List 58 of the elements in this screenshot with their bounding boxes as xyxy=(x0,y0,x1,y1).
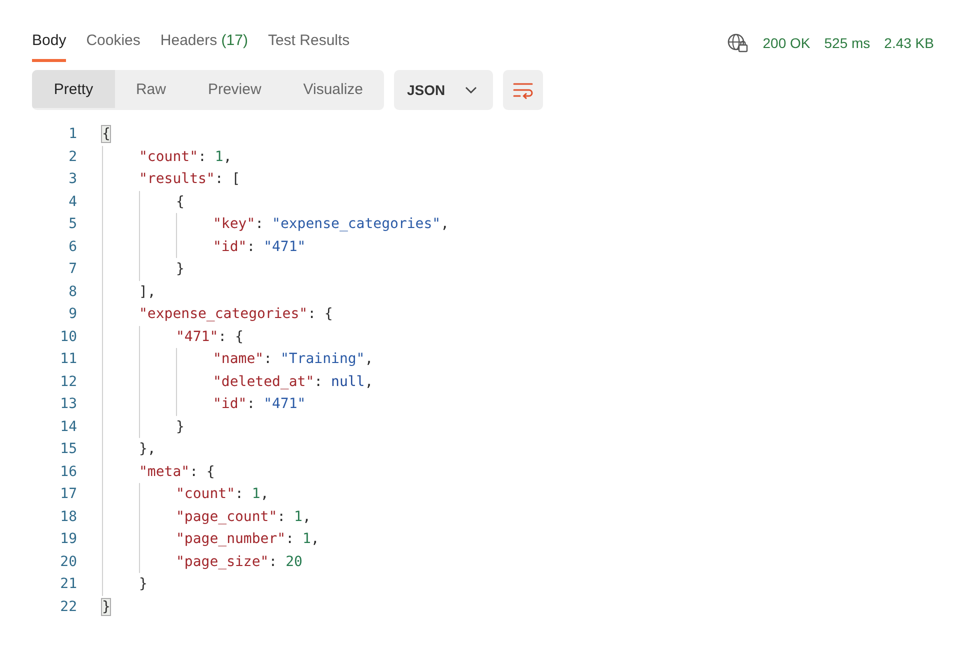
line-number: 10 xyxy=(59,328,77,345)
line-number: 2 xyxy=(68,148,77,165)
code-line: "page_count": 1, xyxy=(176,508,311,525)
line-number: 19 xyxy=(59,531,77,548)
code-line: } xyxy=(176,261,184,278)
view-mode-option[interactable]: Preview xyxy=(186,70,282,108)
response-time: 525 ms xyxy=(824,35,870,51)
line-number: 1 xyxy=(68,126,77,142)
code-line: "471": { xyxy=(176,328,244,345)
code-line: { xyxy=(176,194,184,210)
line-number: 8 xyxy=(68,284,77,300)
caret-icon xyxy=(465,86,478,94)
code-line: ], xyxy=(139,284,156,300)
response-tab[interactable]: Body xyxy=(32,26,66,62)
line-number: 18 xyxy=(59,508,77,525)
line-number: 4 xyxy=(68,194,77,210)
response-size: 2.43 KB xyxy=(884,35,934,51)
line-number: 14 xyxy=(59,418,77,435)
response-tab[interactable]: Cookies xyxy=(86,26,140,62)
code-line: "results": [ xyxy=(139,171,240,188)
code-line: "meta": { xyxy=(139,464,215,480)
line-number: 6 xyxy=(68,238,77,255)
code-line: "key": "expense_categories", xyxy=(213,216,450,232)
line-number: 21 xyxy=(59,576,77,592)
code-line: "count": 1, xyxy=(176,486,269,502)
line-number: 13 xyxy=(59,396,77,412)
line-number: 20 xyxy=(59,554,77,570)
line-number: 16 xyxy=(59,464,77,480)
view-mode-option[interactable]: Visualize xyxy=(282,70,384,108)
wrap-lines-button[interactable] xyxy=(503,70,544,110)
wrap-lines-icon xyxy=(512,81,534,99)
line-number: 12 xyxy=(59,374,77,390)
response-tab[interactable]: Test Results xyxy=(268,26,350,62)
line-number: 22 xyxy=(59,598,77,615)
code-line: "name": "Training", xyxy=(213,351,374,368)
code-line: } xyxy=(176,418,184,435)
code-line: } xyxy=(139,576,148,592)
line-number: 5 xyxy=(68,216,77,232)
status-code: 200 OK xyxy=(762,35,810,51)
line-number: 11 xyxy=(59,351,77,368)
line-number: 15 xyxy=(59,441,77,458)
line-number: 7 xyxy=(68,261,77,278)
format-dropdown[interactable]: JSON xyxy=(394,70,494,110)
code-line: "page_size": 20 xyxy=(176,554,302,570)
line-number: 9 xyxy=(68,306,77,322)
globe-lock-icon xyxy=(726,33,749,53)
code-line: }, xyxy=(139,441,156,458)
response-tab[interactable]: Headers (17) xyxy=(160,26,248,62)
line-number: 17 xyxy=(59,486,77,502)
view-mode-option[interactable]: Pretty xyxy=(32,70,115,108)
view-mode-option[interactable]: Raw xyxy=(115,70,187,108)
code-line: "count": 1, xyxy=(139,148,232,165)
code-line: "page_number": 1, xyxy=(176,531,320,548)
code-line: "id": "471" xyxy=(213,396,306,412)
code-line: "expense_categories": { xyxy=(139,306,333,322)
code-line: "deleted_at": null, xyxy=(213,374,374,390)
code-line: "id": "471" xyxy=(213,238,306,255)
line-number: 3 xyxy=(68,171,77,188)
